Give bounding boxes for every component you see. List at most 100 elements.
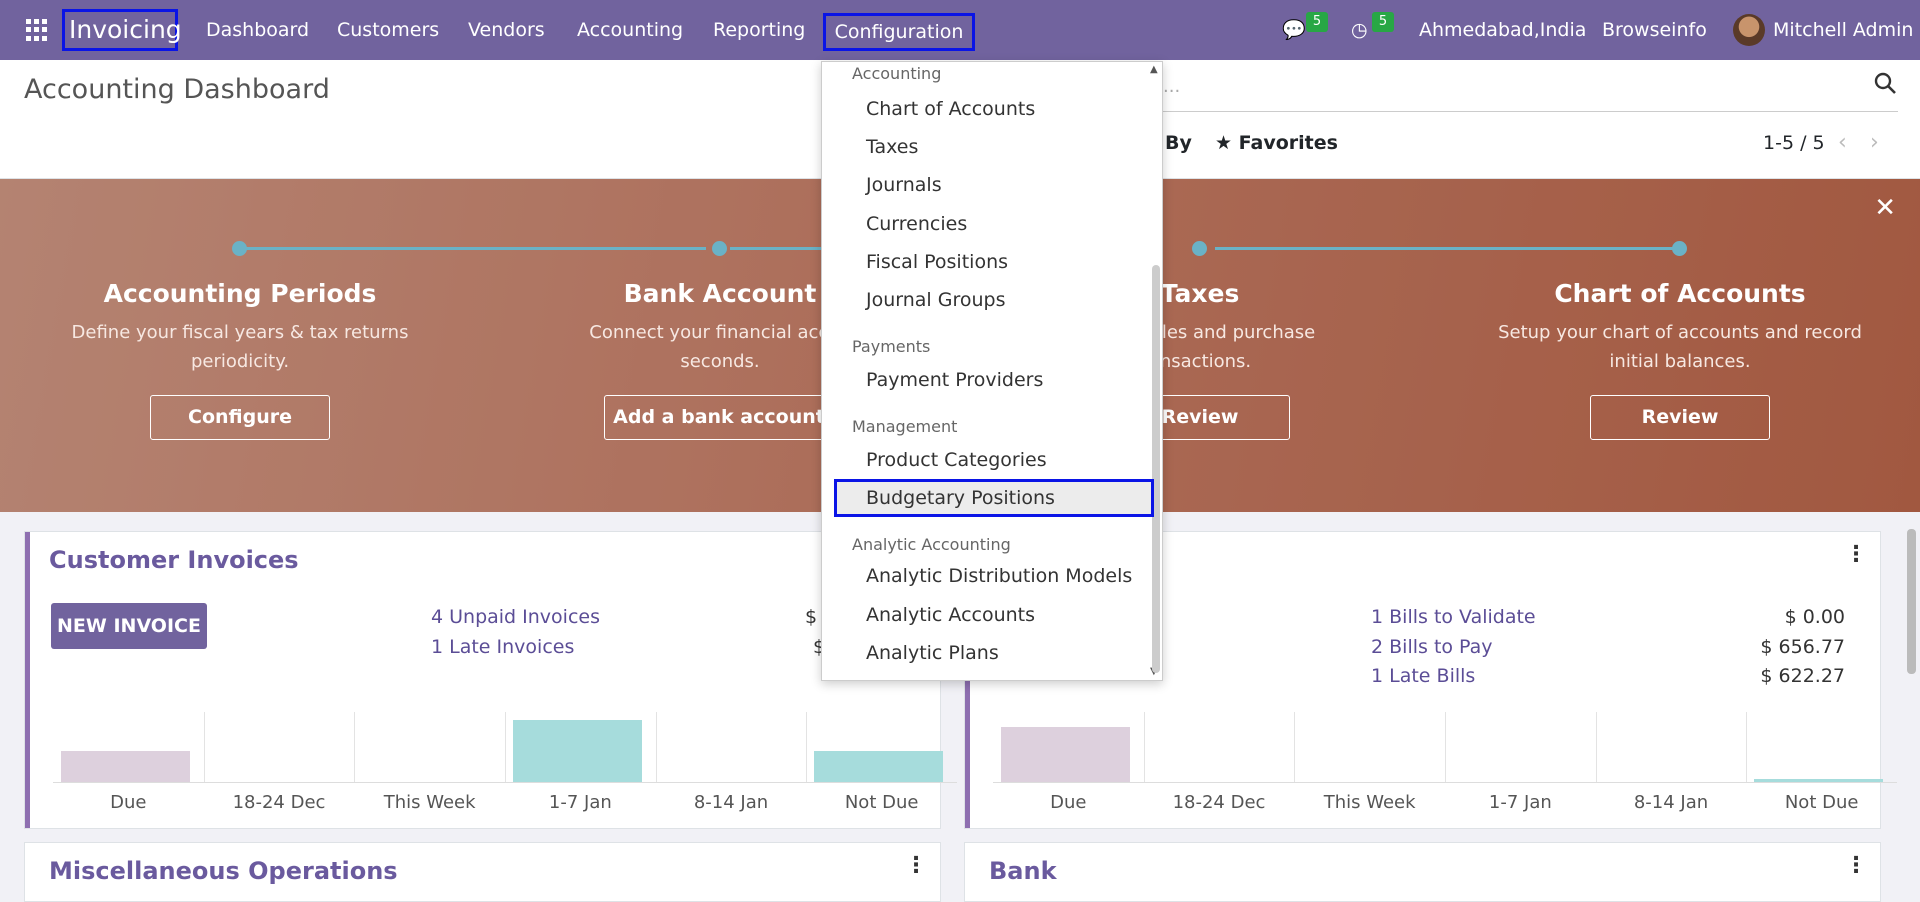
item-journals[interactable]: Journals — [866, 174, 942, 196]
search-input[interactable]: ... — [1148, 64, 1898, 112]
item-analytic-accounts[interactable]: Analytic Accounts — [866, 604, 1035, 626]
chart-bar[interactable] — [814, 750, 943, 782]
unpaid-amount: $ — [805, 606, 818, 628]
to-pay-amount: $ 656.77 — [1760, 636, 1845, 658]
chart-bar[interactable] — [1754, 778, 1883, 782]
chart-bar[interactable] — [1001, 727, 1130, 782]
company-switcher[interactable]: Browseinfo — [1602, 0, 1707, 60]
bank-card: Bank ⋮ — [964, 842, 1881, 902]
search-placeholder: ... — [1163, 76, 1181, 97]
item-taxes[interactable]: Taxes — [866, 136, 918, 158]
step-desc: Define your fiscal years & tax returns — [71, 322, 409, 343]
progress-line — [1215, 247, 1675, 250]
dropdown-scrollbar[interactable] — [1152, 265, 1160, 673]
chart-tick-label: Not Due — [844, 792, 919, 813]
chart-bar[interactable] — [513, 720, 642, 782]
item-analytic-distribution-models[interactable]: Analytic Distribution Models — [866, 565, 1132, 587]
invoices-chart: Due 18-24 Dec This Week 1-7 Jan 8-14 Jan Not … — [53, 712, 957, 813]
chart-gridline — [1143, 712, 1145, 782]
step-chart-of-accounts: Chart of Accounts Setup your chart of acc… — [1470, 279, 1890, 376]
group-by-toggle[interactable]: By — [1165, 132, 1192, 154]
favorites-label: Favorites — [1238, 132, 1338, 154]
menu-dashboard[interactable]: Dashboard — [206, 0, 309, 60]
late-invoices-link[interactable]: 1 Late Invoices — [431, 636, 574, 658]
step-desc: periodicity. — [190, 351, 290, 372]
step-dot — [1192, 241, 1207, 256]
chart-tick-label: 8-14 Jan — [693, 792, 769, 813]
search-icon[interactable] — [1874, 72, 1896, 94]
card-title[interactable]: Customer Invoices — [49, 546, 299, 574]
kebab-icon[interactable]: ⋮ — [1845, 853, 1867, 878]
card-title[interactable]: Miscellaneous Operations — [49, 857, 398, 885]
validate-amount: $ 0.00 — [1784, 606, 1845, 628]
progress-line — [246, 247, 706, 250]
review-chart-button[interactable]: Review — [1590, 395, 1770, 440]
chart-tick-label: Not Due — [1784, 792, 1859, 813]
item-payment-providers[interactable]: Payment Providers — [866, 369, 1043, 391]
step-accounting-periods: Accounting Periods Define your fiscal yea… — [30, 279, 450, 376]
star-icon: ★ — [1215, 132, 1239, 154]
scroll-up-icon[interactable]: ▲ — [1150, 64, 1158, 75]
user-menu[interactable]: Mitchell Admin — [1773, 0, 1913, 60]
card-title[interactable]: Bank — [989, 857, 1057, 885]
item-currencies[interactable]: Currencies — [866, 213, 967, 235]
misc-operations-card: Miscellaneous Operations ⋮ — [24, 842, 941, 902]
chart-gridline — [655, 712, 657, 782]
late-bills-amount: $ 622.27 — [1760, 665, 1845, 687]
menu-customers[interactable]: Customers — [337, 0, 439, 60]
chart-gridline — [203, 712, 205, 782]
item-analytic-plans[interactable]: Analytic Plans — [866, 642, 999, 664]
chat-icon[interactable]: 💬 — [1282, 0, 1306, 60]
menu-configuration[interactable]: Configuration — [823, 13, 975, 51]
new-invoice-button[interactable]: NEW INVOICE — [51, 603, 207, 649]
chart-tick-label: Due — [110, 792, 147, 813]
pager-value: 1-5 / 5 — [1763, 132, 1825, 154]
chart-baseline — [993, 782, 1897, 783]
chart-bar[interactable] — [61, 750, 190, 782]
step-dot — [712, 241, 727, 256]
favorites-toggle[interactable]: ★ Favorites — [1215, 132, 1338, 154]
menu-reporting[interactable]: Reporting — [713, 0, 805, 60]
avatar[interactable] — [1733, 14, 1765, 46]
activity-badge: 5 — [1372, 12, 1394, 32]
step-title: Accounting Periods — [103, 279, 377, 308]
page-title: Accounting Dashboard — [24, 74, 330, 105]
item-journal-groups[interactable]: Journal Groups — [866, 289, 1006, 311]
chart-gridline — [1746, 712, 1748, 782]
section-management: Management — [852, 417, 958, 436]
menu-accounting[interactable]: Accounting — [577, 0, 683, 60]
step-dot — [232, 241, 247, 256]
card-accent — [25, 532, 30, 828]
close-icon[interactable]: ✕ — [1874, 193, 1896, 223]
item-budgetary-positions[interactable]: Budgetary Positions — [866, 487, 1055, 509]
section-payments: Payments — [852, 337, 931, 356]
kebab-icon[interactable]: ⋮ — [905, 853, 927, 878]
chart-tick-label: 18-24 Dec — [1172, 792, 1266, 813]
pager-next-icon[interactable]: › — [1870, 130, 1879, 155]
item-chart-of-accounts[interactable]: Chart of Accounts — [866, 98, 1035, 120]
unpaid-invoices-link[interactable]: 4 Unpaid Invoices — [431, 606, 600, 628]
chart-gridline — [1294, 712, 1296, 782]
item-product-categories[interactable]: Product Categories — [866, 449, 1047, 471]
clock-icon[interactable]: ◷ — [1351, 0, 1368, 60]
page-scrollbar[interactable] — [1907, 529, 1916, 674]
company-location[interactable]: Ahmedabad,India — [1419, 0, 1586, 60]
pager-prev-icon[interactable]: ‹ — [1838, 130, 1847, 155]
app-brand[interactable]: Invoicing — [62, 9, 182, 51]
progress-line — [730, 247, 830, 250]
late-bills-link[interactable]: 1 Late Bills — [1371, 665, 1475, 687]
chart-gridline — [1595, 712, 1597, 782]
customer-invoices-card: Customer Invoices NEW INVOICE 4 Unpaid I… — [24, 531, 957, 829]
chart-gridline — [1445, 712, 1446, 782]
section-analytic-accounting: Analytic Accounting — [852, 535, 1011, 554]
chart-baseline — [53, 782, 957, 783]
bills-to-validate-link[interactable]: 1 Bills to Validate — [1371, 606, 1536, 628]
kebab-icon[interactable]: ⋮ — [1845, 542, 1867, 567]
configure-button[interactable]: Configure — [150, 395, 330, 440]
apps-menu-icon[interactable] — [26, 19, 48, 41]
step-desc: initial balances. — [1609, 351, 1751, 372]
item-fiscal-positions[interactable]: Fiscal Positions — [866, 251, 1008, 273]
bills-to-pay-link[interactable]: 2 Bills to Pay — [1371, 636, 1493, 658]
add-bank-account-button[interactable]: Add a bank account — [604, 395, 834, 440]
menu-vendors[interactable]: Vendors — [468, 0, 545, 60]
